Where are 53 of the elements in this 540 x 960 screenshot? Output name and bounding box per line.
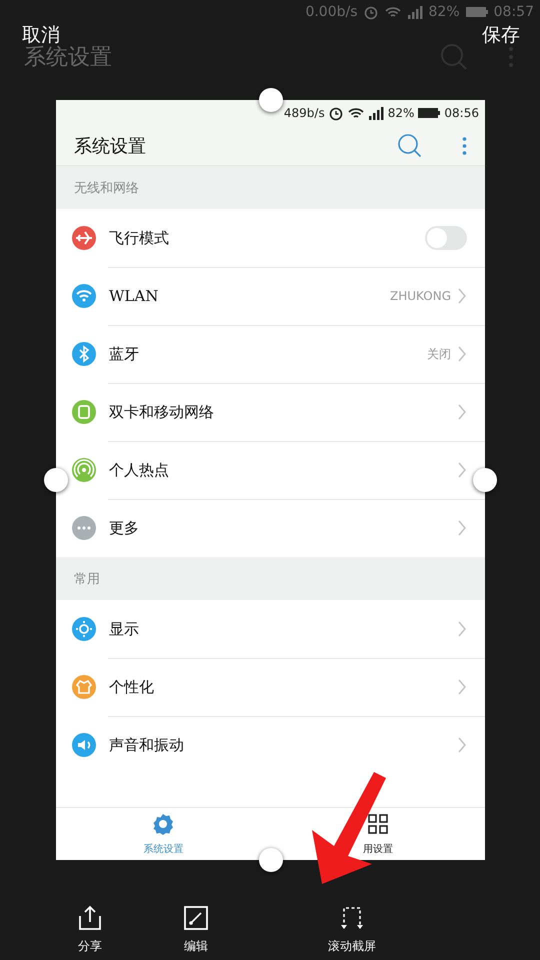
battery-icon [417,106,442,120]
section-header: 常用 [56,557,485,600]
alarm-icon [362,4,379,20]
network-speed: 0.00b/s [305,4,358,20]
setting-label[interactable]: 飞行模式 [109,228,425,248]
clock: 08:57 [494,4,534,20]
grid-icon [366,812,390,836]
chevron-icon [457,519,467,537]
signal-icon [406,4,424,20]
setting-label[interactable]: 个人热点 [109,460,457,480]
crop-handle[interactable] [258,848,282,872]
edit-icon [182,904,210,932]
setting-label[interactable]: WLAN [109,287,390,305]
share-icon [76,904,104,932]
battery-level: 82% [388,106,414,120]
toolbar-button[interactable]: 编辑 [168,904,224,955]
setting-label[interactable]: 个性化 [109,678,457,696]
crop-handle[interactable] [258,88,282,112]
setting-label[interactable]: 声音和振动 [109,736,457,754]
setting-label[interactable]: 更多 [109,518,457,538]
chevron-icon [457,620,467,638]
signal-icon [368,106,385,120]
gear-icon [151,812,176,836]
search-icon [440,43,468,71]
chevron-icon [457,461,467,479]
toolbar-button[interactable]: 分享 [62,904,118,955]
setting-value: ZHUKONG [390,289,451,303]
chevron-icon [457,287,467,305]
setting-label[interactable]: 双卡和移动网络 [109,402,457,422]
crop-handle[interactable] [473,468,497,492]
chevron-icon [457,736,467,754]
network-speed: 489b/s [284,106,325,120]
background-title: 系统设置 [24,44,112,72]
toggle-switch[interactable] [425,226,467,250]
setting-label[interactable]: 蓝牙 [109,344,427,364]
chevron-icon [457,678,467,696]
more-icon [508,45,514,69]
search-icon [397,133,422,158]
more-icon [462,136,467,156]
battery-icon [464,5,489,19]
setting-value: 关闭 [427,346,451,362]
toolbar-button[interactable]: 滚动截屏 [324,904,380,955]
screen-title: 系统设置 [74,134,147,158]
chevron-icon [457,345,467,363]
crop-handle[interactable] [44,468,68,492]
setting-label[interactable]: 显示 [109,620,457,638]
nav-tab[interactable]: 用设置 [270,808,485,860]
battery-level: 82% [428,4,460,20]
alarm-icon [328,105,344,121]
chevron-icon [457,403,467,421]
section-header: 无线和网络 [56,166,485,209]
clock: 08:56 [444,106,479,120]
save-button[interactable]: 保存 [482,22,520,48]
